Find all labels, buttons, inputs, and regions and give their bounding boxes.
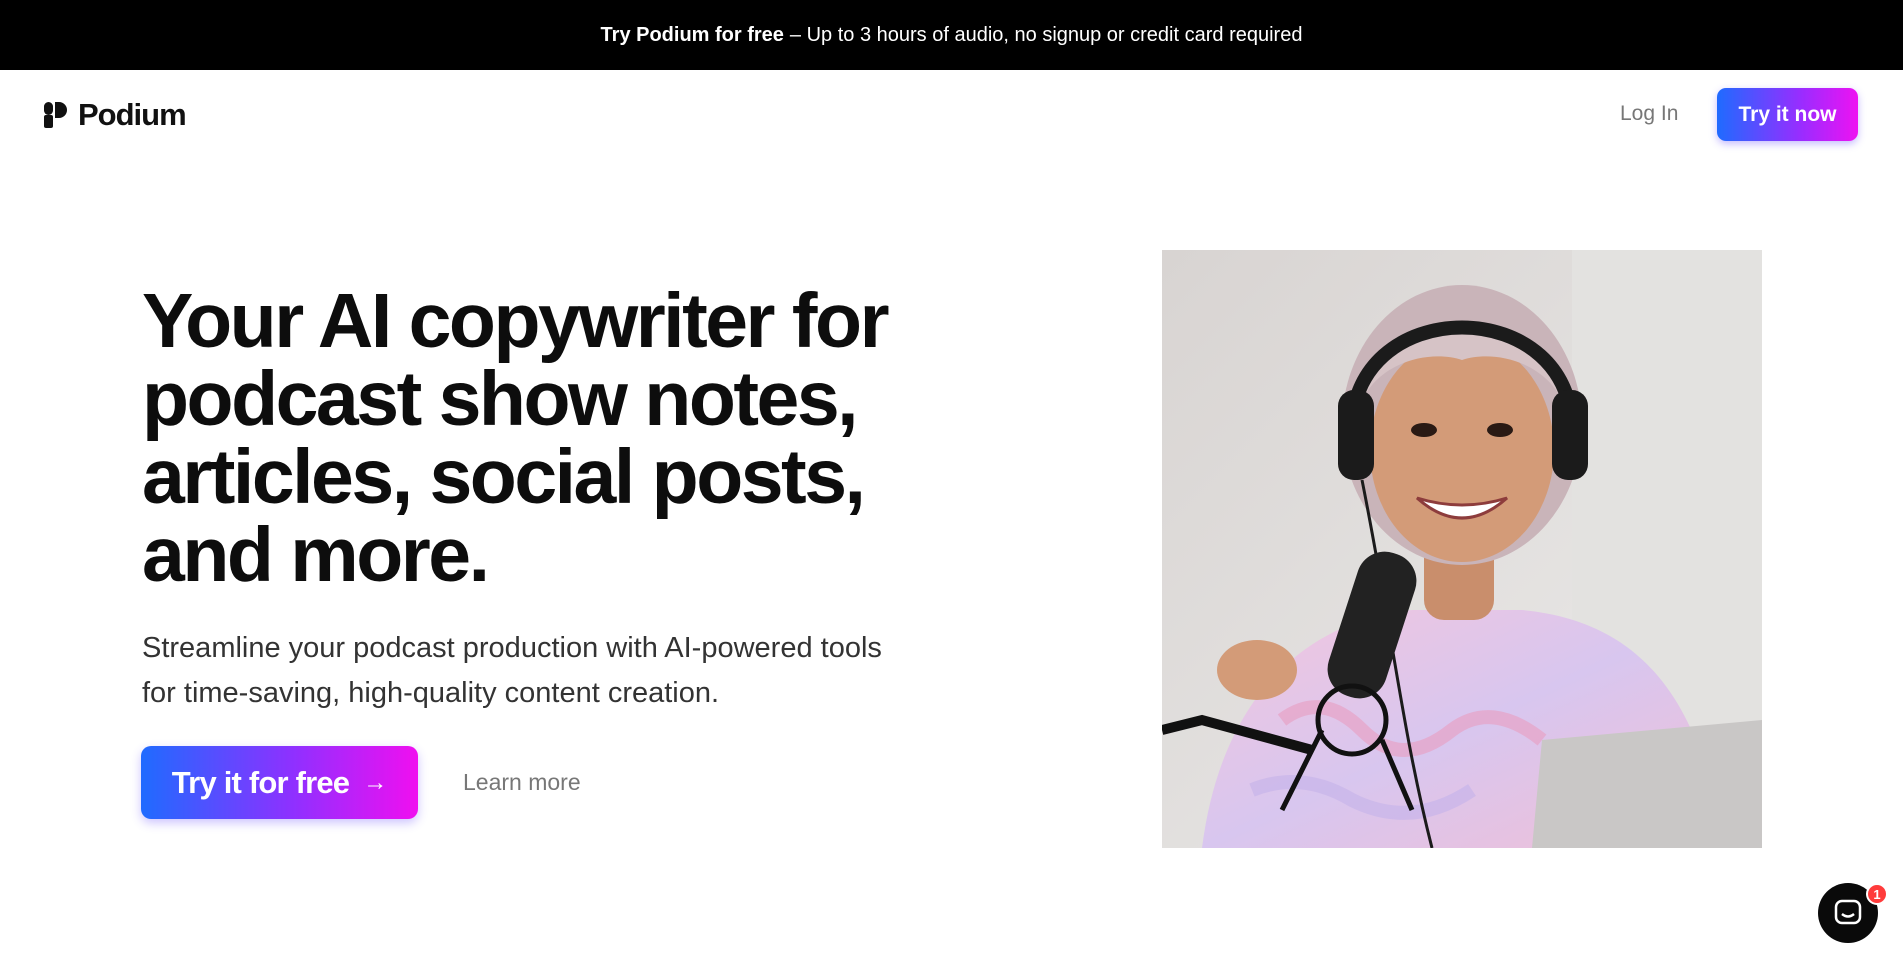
headline-line: and more. [142, 512, 490, 598]
logo[interactable]: Podium [44, 97, 187, 132]
headline-line: articles, social posts, [142, 434, 866, 520]
hero-subcopy: Streamline your podcast production with … [142, 626, 962, 716]
announcement-text: – Up to 3 hours of audio, no signup or c… [789, 23, 1303, 46]
subcopy-line: Streamline your podcast production with … [142, 632, 882, 664]
hero-image [1162, 250, 1762, 848]
podcaster-illustration [1162, 250, 1762, 848]
top-nav: Podium Log In Try it now [0, 70, 1903, 160]
headline-line: Your AI copywriter for [142, 278, 890, 364]
subcopy-line: for time-saving, high-quality content cr… [142, 677, 720, 709]
logo-text: Podium [78, 97, 187, 132]
arrow-right-icon: → [363, 768, 388, 796]
cta-label: Try it for free [171, 764, 350, 800]
learn-more-link[interactable]: Learn more [463, 769, 581, 796]
try-it-now-button[interactable]: Try it now [1717, 88, 1858, 141]
announcement-bar: Try Podium for free – Up to 3 hours of a… [0, 0, 1903, 70]
login-link[interactable]: Log In [1620, 102, 1678, 126]
notification-badge: 1 [1866, 883, 1888, 905]
headline-line: podcast show notes, [142, 356, 859, 442]
announcement-strong: Try Podium for free [600, 23, 784, 46]
chat-icon [1834, 899, 1862, 925]
podium-logo-icon [44, 102, 67, 128]
try-it-for-free-button[interactable]: Try it for free → [141, 746, 418, 819]
hero-headline: Your AI copywriter for podcast show note… [142, 282, 962, 594]
